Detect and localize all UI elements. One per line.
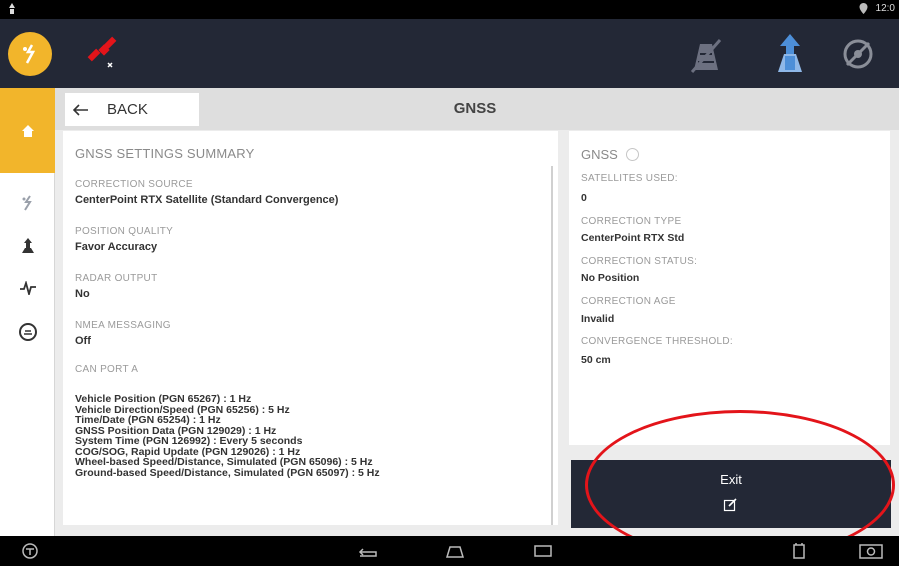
satellite-off-icon[interactable] bbox=[82, 35, 122, 75]
can-message-list: Vehicle Position (PGN 65267) : 1 Hz Vehi… bbox=[75, 394, 380, 478]
correction-age-label: CORRECTION AGE bbox=[581, 296, 676, 307]
recents-icon[interactable] bbox=[532, 542, 554, 560]
list-item: Time/Date (PGN 65254) : 1 Hz bbox=[75, 414, 221, 426]
scrollbar-thumb[interactable] bbox=[551, 166, 553, 525]
nav-speed[interactable] bbox=[0, 314, 55, 350]
convergence-threshold-label: CONVERGENCE THRESHOLD: bbox=[581, 336, 733, 347]
edit-icon bbox=[723, 498, 737, 512]
exit-label: Exit bbox=[720, 472, 742, 487]
status-title: GNSS bbox=[581, 147, 618, 162]
nav-guidance[interactable] bbox=[0, 228, 55, 264]
screen: 12:0 BACK GNSS GNSS SETTINGS SUMMARY COR… bbox=[0, 0, 899, 566]
position-quality-label: POSITION QUALITY bbox=[75, 226, 174, 237]
list-item: Ground-based Speed/Distance, Simulated (… bbox=[75, 466, 380, 479]
page-title: GNSS bbox=[453, 100, 497, 117]
can-port-label: CAN PORT A bbox=[75, 364, 139, 375]
correction-age-value: Invalid bbox=[581, 313, 615, 325]
page-header: BACK GNSS bbox=[55, 88, 899, 130]
notification-icon bbox=[9, 3, 15, 14]
radar-output-value: No bbox=[75, 288, 90, 300]
scrollbar[interactable] bbox=[544, 131, 558, 525]
list-item: System Time (PGN 126992) : Every 5 secon… bbox=[75, 435, 303, 447]
side-nav bbox=[0, 88, 55, 536]
field-disabled-icon[interactable] bbox=[686, 32, 726, 76]
nav-signal[interactable] bbox=[0, 270, 55, 306]
gps-status-button[interactable] bbox=[8, 32, 52, 76]
settings-icon[interactable] bbox=[21, 542, 39, 560]
correction-type-label: CORRECTION TYPE bbox=[581, 216, 682, 227]
back-label: BACK bbox=[107, 101, 148, 118]
app-toolbar bbox=[0, 19, 899, 88]
loading-spinner-icon bbox=[625, 148, 639, 161]
home-icon[interactable] bbox=[443, 542, 467, 560]
position-quality-value: Favor Accuracy bbox=[75, 241, 158, 253]
status-title-row: GNSS bbox=[581, 147, 639, 162]
correction-source-value: CenterPoint RTX Satellite (Standard Conv… bbox=[75, 194, 339, 206]
signal-icon bbox=[19, 281, 36, 295]
location-icon bbox=[859, 3, 868, 14]
auto-steer-icon[interactable] bbox=[770, 32, 810, 76]
gps-icon bbox=[23, 44, 36, 64]
screenshot-icon[interactable] bbox=[858, 542, 884, 560]
satellites-used-label: SATELLITES USED: bbox=[581, 173, 678, 184]
clock-text: 12:0 bbox=[875, 3, 895, 14]
arrow-left-icon bbox=[73, 103, 88, 116]
gps-icon bbox=[22, 195, 32, 211]
convergence-threshold-value: 50 cm bbox=[581, 354, 611, 366]
device-icon[interactable] bbox=[790, 542, 808, 560]
nmea-messaging-label: NMEA MESSAGING bbox=[75, 320, 171, 331]
nav-home[interactable] bbox=[0, 88, 55, 173]
system-nav-bar bbox=[0, 536, 899, 566]
correction-source-label: CORRECTION SOURCE bbox=[75, 179, 193, 190]
summary-title: GNSS SETTINGS SUMMARY bbox=[75, 146, 255, 161]
back-icon[interactable] bbox=[356, 542, 380, 560]
guidance-icon bbox=[21, 238, 34, 253]
nmea-messaging-value: Off bbox=[75, 335, 91, 347]
speed-icon bbox=[18, 323, 37, 341]
back-button[interactable]: BACK bbox=[65, 93, 199, 126]
radar-output-label: RADAR OUTPUT bbox=[75, 273, 158, 284]
correction-type-value: CenterPoint RTX Std bbox=[581, 232, 685, 244]
nav-gps[interactable] bbox=[0, 185, 55, 221]
steering-off-icon[interactable] bbox=[838, 32, 878, 76]
status-bar: 12:0 bbox=[0, 0, 899, 19]
correction-status-label: CORRECTION STATUS: bbox=[581, 256, 698, 267]
exit-button[interactable]: Exit bbox=[571, 460, 891, 528]
list-item: Wheel-based Speed/Distance, Simulated (P… bbox=[75, 456, 373, 468]
settings-summary-panel[interactable]: GNSS SETTINGS SUMMARY CORRECTION SOURCE … bbox=[63, 131, 558, 525]
satellites-used-value: 0 bbox=[581, 192, 587, 204]
gnss-status-panel: GNSS SATELLITES USED: 0 CORRECTION TYPE … bbox=[569, 131, 890, 445]
correction-status-value: No Position bbox=[581, 272, 640, 284]
list-item: Vehicle Position (PGN 65267) : 1 Hz bbox=[75, 393, 252, 405]
home-icon bbox=[21, 124, 34, 137]
